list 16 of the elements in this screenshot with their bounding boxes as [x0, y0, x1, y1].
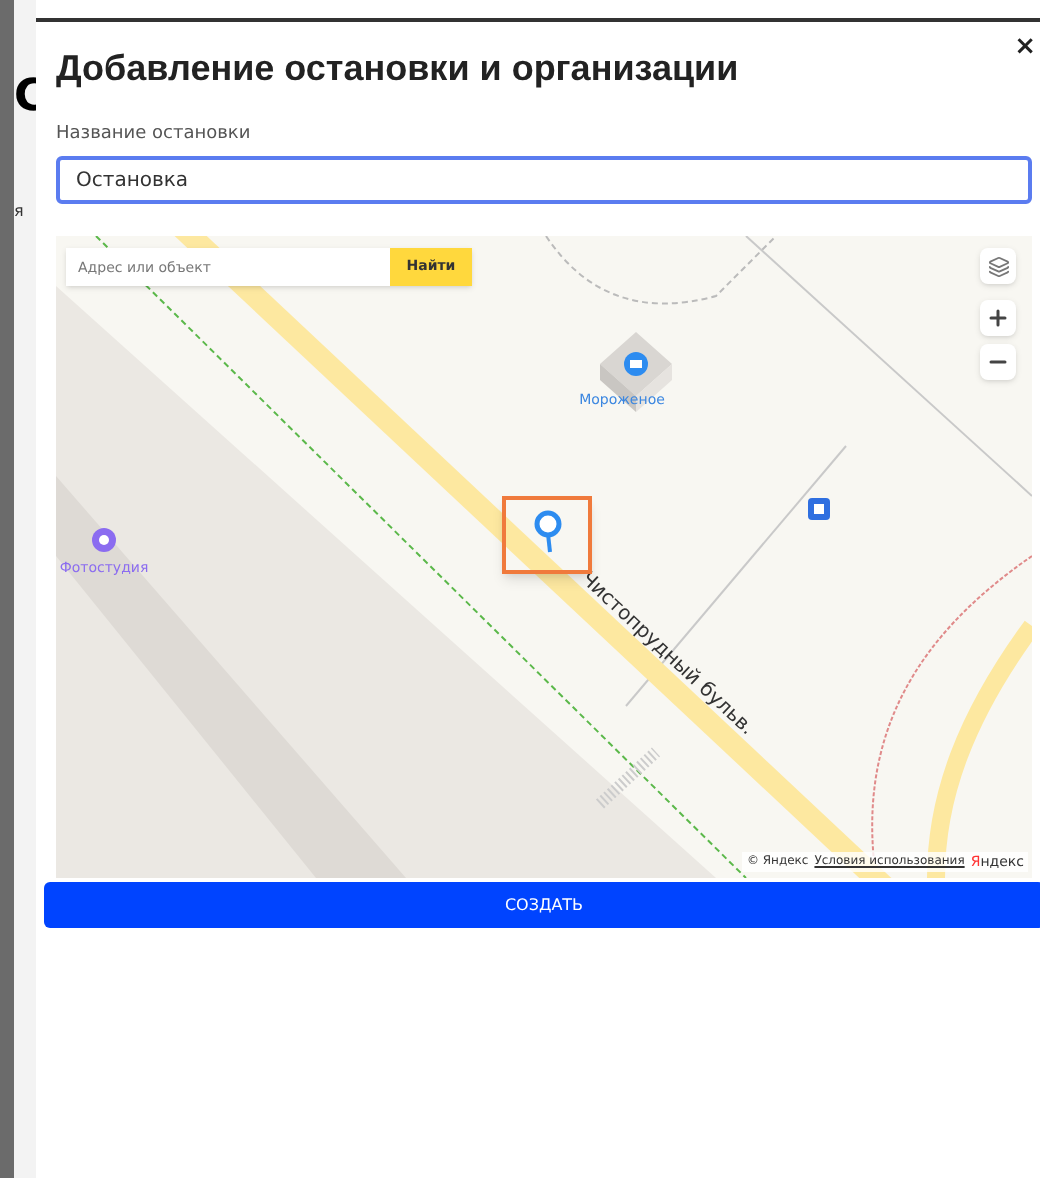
layers-button[interactable]	[980, 248, 1016, 284]
zoom-in-button[interactable]	[980, 300, 1016, 336]
crosswalk-drawing	[595, 747, 661, 809]
map-pin-icon[interactable]	[534, 510, 562, 554]
dialog-title: Добавление остановки и организации	[56, 46, 741, 91]
field-label: Название остановки	[56, 121, 253, 147]
layers-icon	[987, 255, 1009, 277]
zoom-out-button[interactable]	[980, 344, 1016, 380]
bus-stop-icon[interactable]	[808, 498, 830, 520]
create-button[interactable]: СОЗДАТЬ	[44, 882, 1040, 928]
page-text: я	[14, 200, 26, 224]
marker-highlight	[502, 496, 592, 574]
close-button[interactable]: ×	[1014, 34, 1036, 60]
plus-icon	[986, 306, 1010, 330]
name-input-field[interactable]: Остановка	[56, 156, 1032, 204]
place-dot-icon[interactable]	[92, 528, 116, 552]
